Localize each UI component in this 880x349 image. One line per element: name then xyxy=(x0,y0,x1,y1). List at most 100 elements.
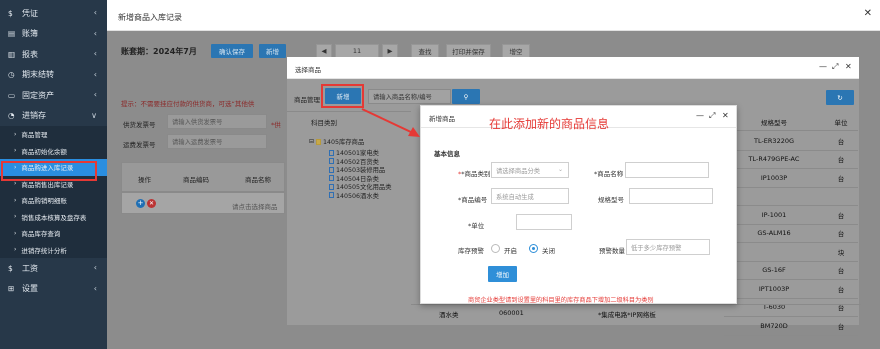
unit-cell: 台 xyxy=(837,285,845,294)
file-icon xyxy=(329,149,334,156)
tree-root[interactable]: ⊟ 1405库存商品 xyxy=(309,137,364,146)
stock-warning-label: 库存预警 xyxy=(458,247,484,255)
table-row[interactable]: GS-ALM16 台 xyxy=(724,225,858,243)
table-row[interactable] xyxy=(724,188,858,206)
spec-input[interactable] xyxy=(629,188,713,204)
period-label: 账套期：2024年7月 xyxy=(121,47,197,56)
unit-cell: 台 xyxy=(837,156,845,165)
select-product-placeholder[interactable]: 请点击选择商品 xyxy=(232,201,278,211)
sidebar-bottom-item-0[interactable]: $ 工资 ‹ xyxy=(0,258,107,279)
delete-row-icon[interactable]: ✕ xyxy=(147,199,156,208)
sidebar-subitem-6[interactable]: › 商品库存查询 xyxy=(0,225,107,242)
new-product-dialog: 新增商品 — ⤢ ✕ 基本信息 **商品类别 请选择商品分类 ⌄ *商品名称 *商… xyxy=(420,105,737,304)
sidebar-item-label: 凭证 xyxy=(22,8,38,18)
spec-cell: GS-ALM16 xyxy=(757,229,791,238)
spec-cell: IP-1001 xyxy=(761,210,787,219)
search-icon: ⚲ xyxy=(463,92,469,101)
save-button[interactable]: 确认保存 xyxy=(211,44,253,58)
sidebar-item-1[interactable]: ▤ 账簿 ‹ xyxy=(0,24,107,45)
warn-qty-input[interactable]: 低于多少库存预警 xyxy=(626,239,710,255)
sidebar-item-label: 固定资产 xyxy=(22,90,54,100)
shipping-invoice-input[interactable]: 请输入运费发票号 xyxy=(167,134,267,149)
unit-cell: 台 xyxy=(837,322,845,331)
spec-cell: GS-16F xyxy=(762,266,786,275)
tree-node[interactable]: 140506酒水类 xyxy=(329,191,379,200)
tab-header: 新增商品入库记录 ✕ xyxy=(107,0,880,31)
chevron-right-icon: › xyxy=(14,130,17,138)
warning-text: 提示：不需要挂应付款的供货商，可选“其他供 xyxy=(121,100,255,108)
maximize-icon[interactable]: ⤢ xyxy=(832,62,838,72)
supplier-invoice-input[interactable]: 请输入供货发票号 xyxy=(167,114,267,129)
operation-header: 操作 xyxy=(138,176,151,184)
chevron-icon: ‹ xyxy=(93,90,97,99)
spec-cell: BM720D xyxy=(760,321,788,330)
sidebar-subitem-5[interactable]: › 销售成本核算及盘存表 xyxy=(0,208,107,225)
sidebar-item-0[interactable]: $ 凭证 ‹ xyxy=(0,3,107,24)
name-input[interactable] xyxy=(625,162,709,178)
close-icon[interactable]: ✕ xyxy=(845,62,852,71)
sidebar-item-5[interactable]: ◔ 进销存 ∨ xyxy=(0,106,107,127)
new-button[interactable]: 新增 xyxy=(259,44,286,58)
sidebar-subitem-7[interactable]: › 进销存统计分析 xyxy=(0,241,107,258)
minimize-icon[interactable]: — xyxy=(819,62,827,71)
nav-icon: $ xyxy=(8,263,13,273)
sidebar-item-label: 期末结转 xyxy=(22,70,54,80)
table-row[interactable]: IPT1003P 台 xyxy=(724,280,858,299)
chevron-icon: ‹ xyxy=(93,28,97,38)
sidebar-subitem-1[interactable]: › 商品初始化余额 xyxy=(0,142,107,159)
search-button[interactable]: ⚲ xyxy=(452,89,480,104)
chevron-icon: ‹ xyxy=(93,49,97,58)
table-row[interactable]: 块 xyxy=(724,243,858,262)
refresh-button[interactable]: 增空 xyxy=(502,44,530,58)
nav-icon: ⊞ xyxy=(8,284,15,294)
close-icon[interactable]: ✕ xyxy=(864,8,872,19)
chevron-right-icon: › xyxy=(14,180,17,188)
code-input[interactable]: 系统自动生成 xyxy=(491,188,569,204)
unit-cell: 台 xyxy=(837,267,845,276)
add-row-icon[interactable]: + xyxy=(136,199,145,208)
print-button[interactable]: 打印并保存 xyxy=(446,44,491,58)
highlight-box xyxy=(1,161,97,181)
minimize-icon[interactable]: — xyxy=(696,111,704,120)
table-row[interactable]: TL-R479GPE-AC 台 xyxy=(724,151,858,169)
unit-cell: 台 xyxy=(837,174,845,183)
add-button[interactable]: 增加 xyxy=(488,266,517,282)
category-select[interactable]: 请选择商品分类 ⌄ xyxy=(491,162,569,178)
dialog-title: 选择商品 xyxy=(295,66,321,74)
product-search-input[interactable]: 请输入商品名称/编号 xyxy=(368,89,451,104)
tree-header: 科目类别 xyxy=(311,119,337,127)
table-row[interactable]: GS-16F 台 xyxy=(724,262,858,280)
table-row[interactable]: IP1003P 台 xyxy=(724,169,858,188)
sidebar-bottom-item-1[interactable]: ⊞ 设置 ‹ xyxy=(0,279,107,300)
table-row[interactable]: TL-ER3220G 台 xyxy=(724,132,858,151)
category-label: 商品管理 xyxy=(294,96,320,104)
sidebar-subitem-4[interactable]: › 商品购销明细账 xyxy=(0,192,107,209)
section-title: 基本信息 xyxy=(434,150,460,158)
warn-on-radio[interactable] xyxy=(491,244,500,253)
query-button[interactable]: 查找 xyxy=(411,44,439,58)
sidebar-subitem-label: 商品管理 xyxy=(21,131,48,140)
chevron-icon: ‹ xyxy=(93,69,97,79)
sidebar-subitem-label: 销售成本核算及盘存表 xyxy=(21,213,87,222)
annotation-arrow xyxy=(361,108,420,137)
chevron-right-icon: › xyxy=(14,229,17,237)
spec-cell: IPT1003P xyxy=(758,284,790,293)
supplier-label: *供 xyxy=(271,121,281,129)
prev-page-button[interactable]: ◀ xyxy=(316,44,332,58)
next-page-button[interactable]: ▶ xyxy=(382,44,398,58)
close-icon[interactable]: ✕ xyxy=(722,111,729,120)
sidebar-subitem-0[interactable]: › 商品管理 xyxy=(0,126,107,143)
table-row[interactable]: IP-1001 台 xyxy=(724,206,858,225)
sidebar-item-label: 进销存 xyxy=(22,111,46,121)
unit-input[interactable] xyxy=(516,214,572,230)
maximize-icon[interactable]: ⤢ xyxy=(709,111,715,121)
sidebar-item-3[interactable]: ◷ 期末结转 ‹ xyxy=(0,65,107,86)
unit-cell: 台 xyxy=(837,137,845,146)
sidebar-item-2[interactable]: ▥ 报表 ‹ xyxy=(0,44,107,65)
spec-label: 规格型号 xyxy=(598,196,624,204)
page-title: 新增商品入库记录 xyxy=(118,13,182,22)
warn-off-radio[interactable] xyxy=(529,244,538,253)
page-number[interactable]: 11 xyxy=(335,44,379,58)
refresh-icon[interactable]: ↻ xyxy=(826,90,854,105)
sidebar-item-4[interactable]: ▭ 固定资产 ‹ xyxy=(0,85,107,106)
